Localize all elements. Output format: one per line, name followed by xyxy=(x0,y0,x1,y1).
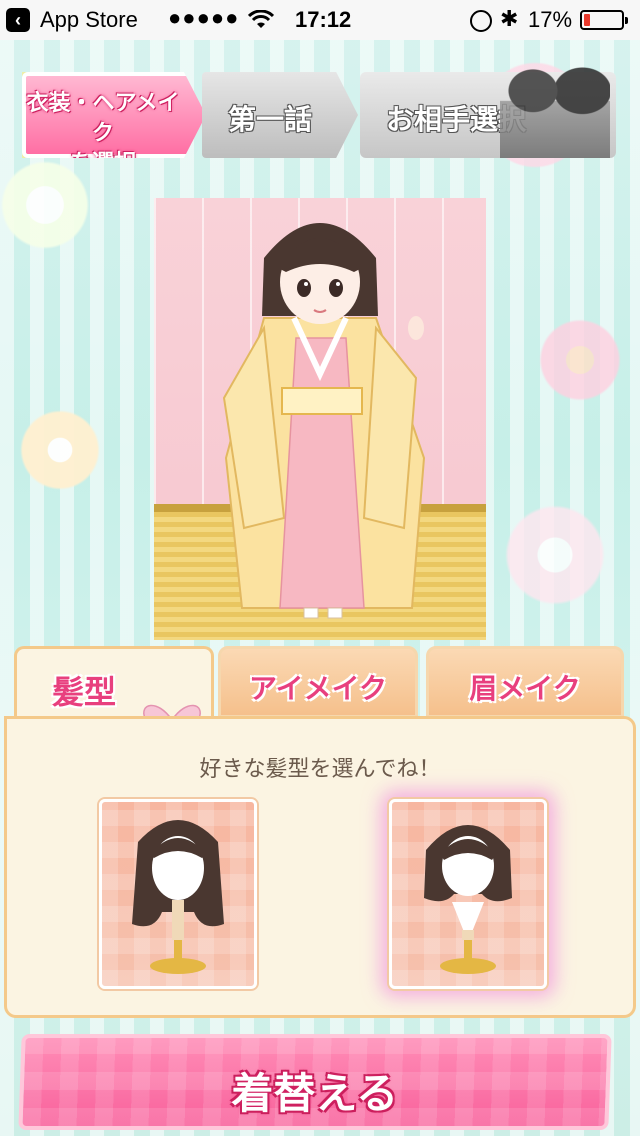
tab-hairstyle-label: 髪型 xyxy=(51,673,116,711)
flower-decoration xyxy=(480,480,630,630)
character-preview xyxy=(154,198,486,640)
tab-eyebrow-makeup[interactable]: 眉メイク xyxy=(426,646,624,718)
flower-decoration xyxy=(520,300,640,420)
flower-decoration xyxy=(0,390,120,510)
back-to-app-store[interactable]: App Store xyxy=(40,7,138,33)
tab-episode-label: 第一話 xyxy=(228,103,313,136)
tab-eyebrow-makeup-label: 眉メイク xyxy=(469,672,581,705)
rotation-lock-icon xyxy=(470,10,492,32)
bob-hair-icon xyxy=(424,825,512,974)
tab-eye-makeup-label: アイメイク xyxy=(248,672,388,705)
tab-costume-label: 衣装・ヘアメイク を選択 xyxy=(26,90,180,176)
partner-portrait-image xyxy=(500,62,610,158)
long-hair-icon xyxy=(132,820,224,974)
tab-costume-hairmake[interactable]: 衣装・ヘアメイク を選択 xyxy=(22,72,206,158)
tab-episode-one[interactable]: 第一話 xyxy=(202,72,358,158)
back-arrow-icon[interactable]: ‹ xyxy=(6,8,30,32)
change-clothes-button[interactable]: 着替える xyxy=(18,1034,612,1130)
tab-eye-makeup[interactable]: アイメイク xyxy=(218,646,418,718)
flower-decoration xyxy=(0,140,110,270)
character-avatar xyxy=(222,223,426,619)
hairstyle-option-long[interactable] xyxy=(99,799,257,989)
panel-instruction: 好きな髪型を選んでね！ xyxy=(199,757,441,782)
change-clothes-label: 着替える xyxy=(231,1069,399,1118)
hairstyle-option-bob[interactable] xyxy=(389,799,547,989)
tab-partner-select[interactable]: お相手選択 xyxy=(360,62,616,158)
bluetooth-icon: ✱ xyxy=(500,6,519,31)
battery-percent: 17% xyxy=(528,7,573,32)
wifi-icon xyxy=(248,10,274,28)
signal-strength-icon: ●●●●● xyxy=(168,5,240,30)
battery-icon xyxy=(580,10,628,30)
hairstyle-panel: 好きな髪型を選んでね！ xyxy=(4,716,636,1018)
status-bar: ‹ App Store ●●●●● 17:12 ✱ 17% xyxy=(0,0,640,40)
clock: 17:12 xyxy=(295,7,352,32)
